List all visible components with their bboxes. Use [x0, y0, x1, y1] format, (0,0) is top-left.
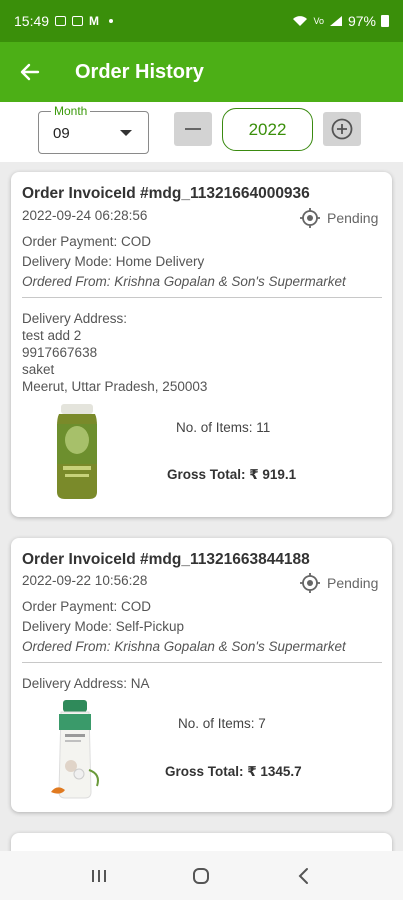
page-title: Order History	[75, 60, 204, 83]
month-dropdown[interactable]: Month 09	[38, 104, 149, 154]
recent-apps-icon	[92, 869, 107, 882]
address-line: test add 2	[22, 328, 82, 343]
more-notifications-icon	[109, 19, 114, 23]
caret-down-icon	[120, 130, 132, 136]
volte-icon: Vo	[313, 16, 324, 26]
status-text: Pending	[327, 210, 379, 226]
product-bottle-image	[57, 404, 97, 499]
wifi-icon	[293, 16, 308, 26]
recent-apps-button[interactable]	[79, 856, 119, 896]
arrow-left-icon	[20, 63, 40, 81]
image-notification-icon	[72, 16, 84, 26]
order-invoice-id: Order InvoiceId #mdg_11321664000936	[22, 185, 310, 202]
order-status: Pending	[299, 207, 378, 229]
ordered-from: Ordered From: Krishna Gopalan & Son's Su…	[22, 639, 346, 654]
status-text: Pending	[327, 575, 379, 591]
order-datetime: 2022-09-22 10:56:28	[22, 573, 148, 588]
app-bar: Order History	[0, 42, 403, 102]
order-datetime: 2022-09-24 06:28:56	[22, 208, 148, 223]
order-card[interactable]: Order InvoiceId #mdg_11321664000936 2022…	[11, 172, 392, 517]
order-status: Pending	[299, 572, 378, 594]
address-line: saket	[22, 362, 55, 377]
order-card[interactable]: Order InvoiceId #mdg_11321663844188 2022…	[11, 538, 392, 812]
gmail-notification-icon: M	[89, 14, 100, 28]
delivery-address-label: Delivery Address: NA	[22, 676, 150, 691]
status-bar: 15:49 M Vo 97%	[0, 0, 403, 42]
delivery-address-label: Delivery Address:	[22, 311, 128, 326]
filter-bar: Month 09 2022	[0, 102, 403, 162]
nav-back-button[interactable]	[284, 856, 324, 896]
signal-icon	[329, 16, 342, 26]
system-nav-bar	[0, 851, 403, 900]
ordered-from: Ordered From: Krishna Gopalan & Son's Su…	[22, 274, 346, 289]
order-invoice-id: Order InvoiceId #mdg_11321663844188	[22, 551, 310, 568]
home-button[interactable]	[181, 856, 221, 896]
order-payment: Order Payment: COD	[22, 599, 152, 614]
location-target-icon	[300, 573, 320, 593]
month-value: 09	[53, 125, 70, 142]
address-line: 9917667638	[22, 345, 98, 360]
status-time: 15:49	[14, 13, 50, 29]
back-button[interactable]	[0, 42, 60, 102]
increment-year-button[interactable]	[323, 112, 361, 146]
delivery-mode: Delivery Mode: Home Delivery	[22, 254, 205, 269]
battery-icon	[381, 15, 389, 27]
month-label: Month	[51, 104, 91, 118]
items-count: No. of Items: 11	[176, 420, 271, 435]
minus-icon	[185, 128, 201, 130]
gross-total: Gross Total: ₹ 1345.7	[165, 764, 302, 779]
location-target-icon	[300, 208, 320, 228]
decrement-year-button[interactable]	[174, 112, 212, 146]
order-payment: Order Payment: COD	[22, 234, 152, 249]
gross-total: Gross Total: ₹ 919.1	[167, 467, 297, 482]
chevron-left-icon	[298, 867, 308, 884]
plus-circle-icon	[331, 118, 353, 140]
divider	[22, 297, 382, 298]
year-field[interactable]: 2022	[222, 108, 313, 151]
items-count: No. of Items: 7	[178, 716, 266, 731]
divider	[22, 662, 382, 663]
battery-percent: 97%	[347, 13, 376, 29]
home-icon	[193, 867, 210, 884]
address-line: Meerut, Uttar Pradesh, 250003	[22, 379, 208, 394]
delivery-mode: Delivery Mode: Self-Pickup	[22, 619, 185, 634]
gallery-notification-icon	[55, 16, 67, 26]
product-bottle-image	[51, 700, 99, 799]
